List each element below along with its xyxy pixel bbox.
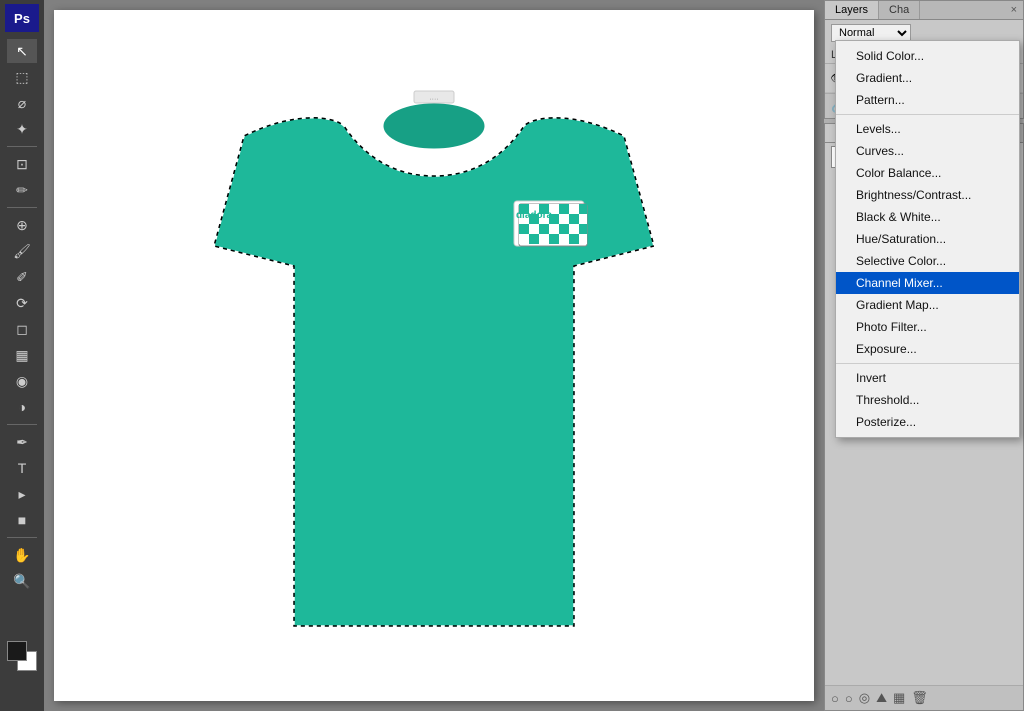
clone-stamp-tool[interactable]: ✐ [7, 265, 37, 289]
brush-tool[interactable]: 🖌 [7, 239, 37, 263]
toolbar: Ps ↖ ⬚ ⌀ ✦ ⊡ ✏ ⊕ 🖌 ✐ ⟳ ◻ ▦ ◉ ◑ ✒ T ▸ ■ ✋… [0, 0, 44, 711]
layers-panel-close[interactable]: × [1005, 1, 1023, 19]
menu-item-exposure---[interactable]: Exposure... [836, 338, 1019, 360]
menu-item-invert[interactable]: Invert [836, 367, 1019, 389]
separator-1 [7, 146, 37, 147]
menu-item-posterize---[interactable]: Posterize... [836, 411, 1019, 433]
svg-text:····: ···· [429, 96, 438, 103]
load-path-button[interactable]: ◎ [859, 690, 870, 706]
menu-item-hue-saturation---[interactable]: Hue/Saturation... [836, 228, 1019, 250]
delete-path-button[interactable]: 🗑 [911, 690, 928, 706]
panel-tabs: Layers Cha × [825, 1, 1023, 20]
separator-2 [7, 207, 37, 208]
marquee-tool[interactable]: ⬚ [7, 65, 37, 89]
pen-tool[interactable]: ✒ [7, 430, 37, 454]
menu-separator-13 [836, 363, 1019, 364]
color-swatches[interactable] [7, 641, 37, 671]
healing-tool[interactable]: ⊕ [7, 213, 37, 237]
separator-3 [7, 424, 37, 425]
menu-item-channel-mixer---[interactable]: Channel Mixer... [836, 272, 1019, 294]
menu-item-threshold---[interactable]: Threshold... [836, 389, 1019, 411]
ps-logo: Ps [5, 4, 39, 32]
gradient-tool[interactable]: ▦ [7, 343, 37, 367]
move-tool[interactable]: ↖ [7, 39, 37, 63]
canvas-area: diadora ···· [44, 0, 824, 711]
separator-4 [7, 537, 37, 538]
menu-item-selective-color---[interactable]: Selective Color... [836, 250, 1019, 272]
eraser-tool[interactable]: ◻ [7, 317, 37, 341]
paths-bottom-bar: ○ ○ ◎ ⛰ ▦ 🗑 [825, 685, 1023, 710]
document: diadora ···· [54, 10, 814, 701]
fill-path-button[interactable]: ○ [831, 691, 839, 706]
stroke-path-button[interactable]: ○ [845, 691, 853, 706]
eyedropper-tool[interactable]: ✏ [7, 178, 37, 202]
menu-item-gradient-map---[interactable]: Gradient Map... [836, 294, 1019, 316]
zoom-tool[interactable]: 🔍 [7, 569, 37, 593]
shape-tool[interactable]: ■ [7, 508, 37, 532]
make-mask-button[interactable]: ⛰ [876, 690, 887, 706]
menu-item-brightness-contrast---[interactable]: Brightness/Contrast... [836, 184, 1019, 206]
history-brush-tool[interactable]: ⟳ [7, 291, 37, 315]
menu-item-curves---[interactable]: Curves... [836, 140, 1019, 162]
menu-item-levels---[interactable]: Levels... [836, 118, 1019, 140]
menu-item-pattern---[interactable]: Pattern... [836, 89, 1019, 111]
adjustment-dropdown-menu: Solid Color...Gradient...Pattern... Level… [835, 40, 1020, 438]
menu-item-solid-color---[interactable]: Solid Color... [836, 45, 1019, 67]
dodge-tool[interactable]: ◑ [7, 395, 37, 419]
menu-item-color-balance---[interactable]: Color Balance... [836, 162, 1019, 184]
blur-tool[interactable]: ◉ [7, 369, 37, 393]
tab-layers[interactable]: Layers [825, 1, 879, 19]
path-selection-tool[interactable]: ▸ [7, 482, 37, 506]
lasso-tool[interactable]: ⌀ [7, 91, 37, 115]
crop-tool[interactable]: ⊡ [7, 152, 37, 176]
app-container: Ps ↖ ⬚ ⌀ ✦ ⊡ ✏ ⊕ 🖌 ✐ ⟳ ◻ ▦ ◉ ◑ ✒ T ▸ ■ ✋… [0, 0, 1024, 711]
tshirt-container: diadora ···· [214, 46, 654, 666]
foreground-color-swatch[interactable] [7, 641, 27, 661]
magic-wand-tool[interactable]: ✦ [7, 117, 37, 141]
tab-channels[interactable]: Cha [879, 1, 920, 19]
tshirt-svg: diadora ···· [214, 46, 654, 666]
new-path-button[interactable]: ▦ [893, 690, 905, 706]
type-tool[interactable]: T [7, 456, 37, 480]
hand-tool[interactable]: ✋ [7, 543, 37, 567]
menu-separator-2 [836, 114, 1019, 115]
menu-item-black---white---[interactable]: Black & White... [836, 206, 1019, 228]
menu-item-photo-filter---[interactable]: Photo Filter... [836, 316, 1019, 338]
svg-text:diadora: diadora [516, 210, 553, 221]
menu-item-gradient---[interactable]: Gradient... [836, 67, 1019, 89]
